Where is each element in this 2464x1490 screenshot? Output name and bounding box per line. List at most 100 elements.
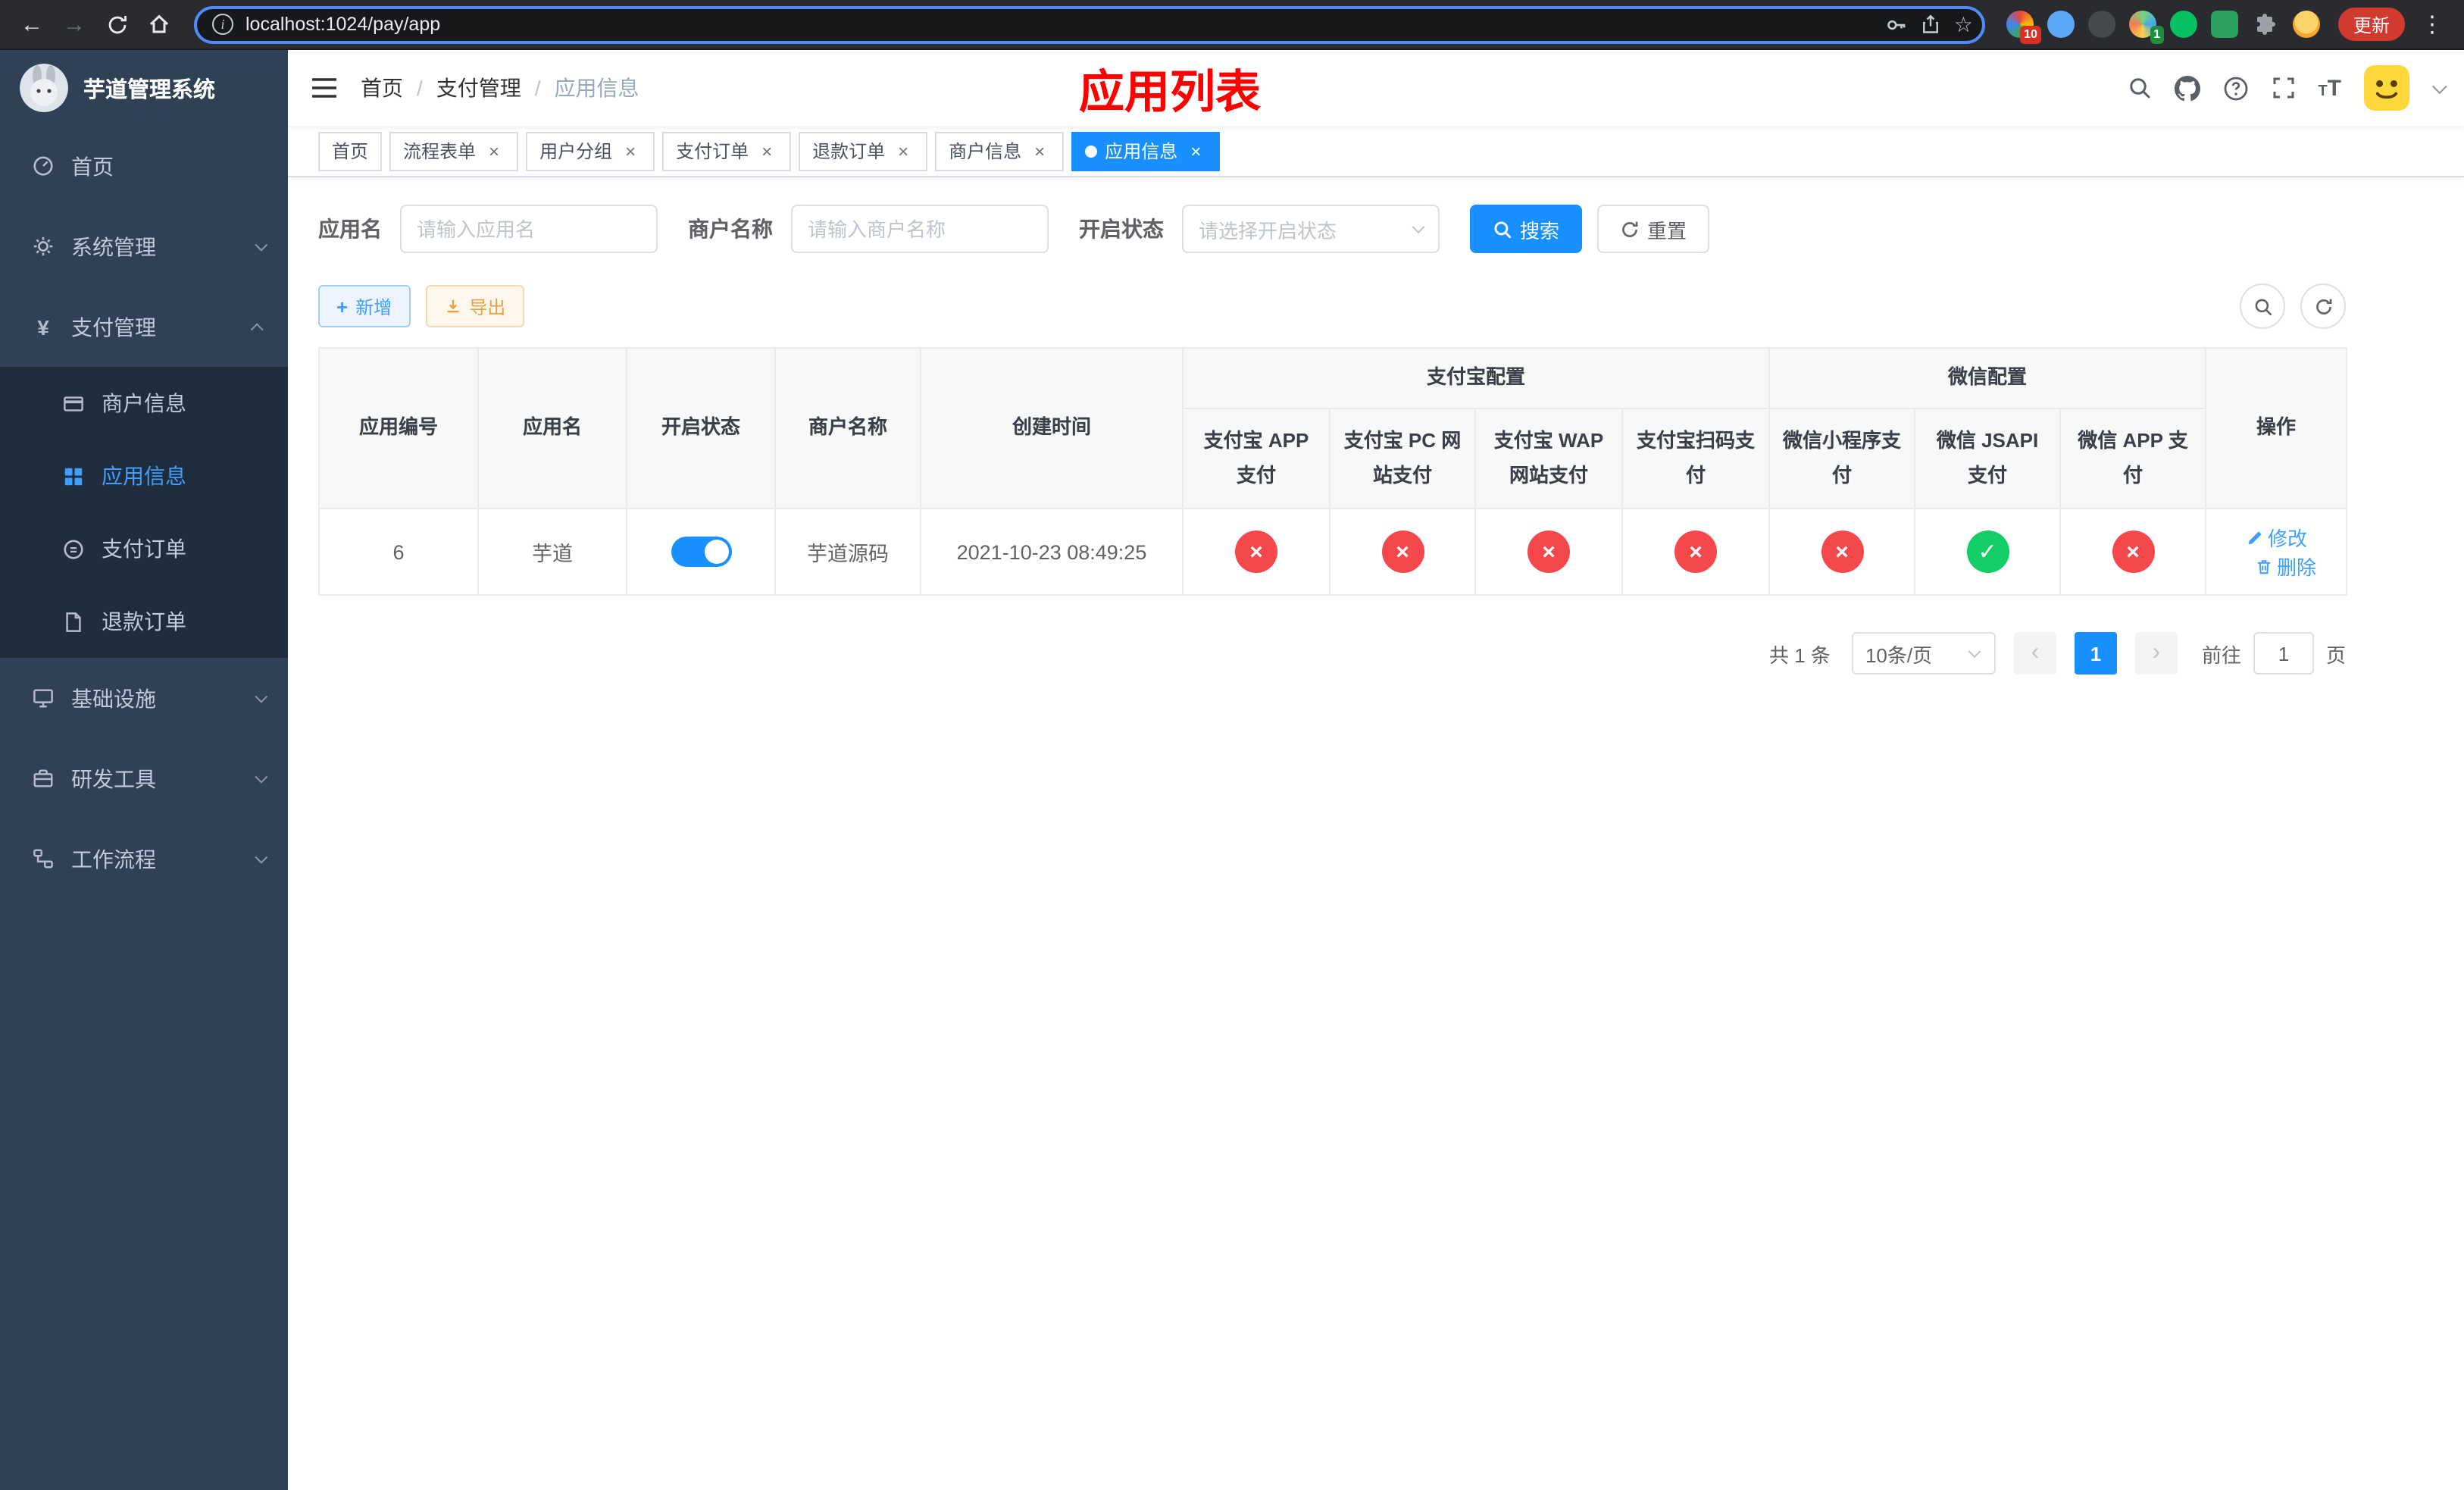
extension-icon-5[interactable] xyxy=(2169,11,2197,38)
github-icon[interactable] xyxy=(2174,75,2200,101)
extension-icon-1[interactable]: 10 xyxy=(2006,11,2041,44)
breadcrumb-current: 应用信息 xyxy=(554,76,639,100)
search-button[interactable]: 搜索 xyxy=(1470,205,1583,253)
cell-status xyxy=(626,508,776,596)
sidebar-item-pay-orders[interactable]: 支付订单 xyxy=(0,512,288,585)
extension-icon-2[interactable] xyxy=(2047,11,2075,38)
merchant-name-input[interactable] xyxy=(791,205,1049,253)
prev-page-button[interactable]: ‹ xyxy=(2013,632,2056,675)
extensions-puzzle-icon[interactable] xyxy=(2252,11,2279,38)
tab-refund-orders[interactable]: 退款订单 × xyxy=(799,131,928,171)
gear-icon xyxy=(30,235,56,258)
user-menu-caret-icon[interactable] xyxy=(2431,78,2447,94)
sidebar-item-workflow[interactable]: 工作流程 xyxy=(0,819,288,899)
breadcrumb-separator: / xyxy=(417,76,423,100)
address-bar[interactable]: i localhost:1024/pay/app ☆ xyxy=(194,5,1985,43)
search-icon[interactable] xyxy=(2127,76,2151,100)
app-window: ← → i localhost:1024/pay/app ☆ 10 1 更新 ⋮… xyxy=(0,0,2464,1490)
tab-user-group[interactable]: 用户分组 × xyxy=(526,131,655,171)
page-1-button[interactable]: 1 xyxy=(2074,632,2117,675)
browser-reload-button[interactable] xyxy=(97,5,136,44)
goto-page-input[interactable] xyxy=(2253,632,2314,675)
close-icon[interactable]: × xyxy=(893,140,914,161)
refresh-icon xyxy=(2315,298,2331,314)
bookmark-star-icon[interactable]: ☆ xyxy=(1954,11,1973,37)
site-info-icon[interactable]: i xyxy=(212,14,233,35)
tab-app-info-active[interactable]: 应用信息 × xyxy=(1071,131,1221,171)
sidebar-item-merchant-info[interactable]: 商户信息 xyxy=(0,367,288,440)
fullscreen-icon[interactable] xyxy=(2271,76,2295,100)
sidebar-toggle-button[interactable] xyxy=(288,50,361,126)
toggle-search-button[interactable] xyxy=(2240,283,2285,329)
browser-back-button[interactable]: ← xyxy=(12,5,52,44)
tab-process-form[interactable]: 流程表单 × xyxy=(389,131,519,171)
tab-pay-orders[interactable]: 支付订单 × xyxy=(662,131,792,171)
add-button[interactable]: + 新增 xyxy=(318,285,411,327)
font-size-icon[interactable]: TT xyxy=(2318,75,2341,101)
tags-view: 首页 流程表单 × 用户分组 × 支付订单 × 退款订单 × 商户信息 × 应用… xyxy=(288,126,2464,177)
close-icon[interactable]: × xyxy=(1185,140,1206,161)
table-toolbar: + 新增 导出 xyxy=(318,283,2346,329)
page-size-select[interactable]: 10条/页 xyxy=(1851,632,1996,675)
close-icon[interactable]: × xyxy=(1029,140,1050,161)
breadcrumb-home[interactable]: 首页 xyxy=(361,73,403,103)
goto-label: 前往 xyxy=(2201,643,2241,666)
close-icon[interactable]: × xyxy=(620,140,641,161)
trash-icon xyxy=(2256,559,2270,574)
tab-home[interactable]: 首页 xyxy=(318,131,383,171)
help-icon[interactable] xyxy=(2222,75,2248,101)
reload-icon xyxy=(108,15,126,33)
chevron-down-icon xyxy=(1968,645,1981,659)
sidebar-item-system[interactable]: 系统管理 xyxy=(0,206,288,286)
edit-link[interactable]: 修改 xyxy=(2245,523,2307,552)
sidebar-item-dev-tools[interactable]: 研发工具 xyxy=(0,738,288,819)
browser-home-button[interactable] xyxy=(139,5,179,44)
app-name-input[interactable] xyxy=(400,205,658,253)
user-avatar[interactable] xyxy=(2364,65,2409,111)
sidebar-item-refund-orders[interactable]: 退款订单 xyxy=(0,585,288,658)
sidebar-item-payment[interactable]: ¥ 支付管理 xyxy=(0,286,288,367)
delete-link[interactable]: 删除 xyxy=(2254,552,2316,581)
yen-icon: ¥ xyxy=(37,315,49,339)
chevron-down-icon xyxy=(255,689,268,703)
col-header-ops: 操作 xyxy=(2205,347,2348,509)
refresh-table-button[interactable] xyxy=(2300,283,2346,329)
breadcrumb-payment[interactable]: 支付管理 xyxy=(436,73,521,103)
browser-toolbar: ← → i localhost:1024/pay/app ☆ 10 1 更新 ⋮ xyxy=(0,0,2464,50)
sidebar-menu: 首页 系统管理 ¥ 支付管理 商户信息 应用信息 支付订单 退款订单 基础设施 … xyxy=(0,126,288,899)
extension-icon-6[interactable] xyxy=(2210,11,2238,38)
col-header-wechat-jsapi: 微信 JSAPI 支付 xyxy=(1914,408,2062,509)
plus-icon: + xyxy=(336,295,349,318)
pagination: 共 1 条 10条/页 ‹ 1 › 前往 页 xyxy=(318,632,2346,675)
wechat-app-status-icon: × xyxy=(2112,531,2155,573)
merchant-name-label: 商户名称 xyxy=(688,217,773,241)
browser-update-button[interactable]: 更新 xyxy=(2337,8,2405,41)
close-icon[interactable]: × xyxy=(483,140,505,161)
total-count: 共 1 条 xyxy=(1769,643,1831,666)
share-icon[interactable] xyxy=(1921,14,1942,35)
extension-icon-4[interactable]: 1 xyxy=(2128,11,2164,44)
export-button[interactable]: 导出 xyxy=(425,285,524,327)
reset-button[interactable]: 重置 xyxy=(1597,205,1710,253)
status-toggle[interactable] xyxy=(671,537,731,567)
sidebar-item-home[interactable]: 首页 xyxy=(0,126,288,206)
col-header-alipay-wap: 支付宝 WAP 网站支付 xyxy=(1474,408,1623,509)
next-page-button[interactable]: › xyxy=(2134,632,2178,675)
browser-profile-avatar[interactable] xyxy=(2292,11,2320,38)
close-icon[interactable]: × xyxy=(756,140,777,161)
browser-forward-button[interactable]: → xyxy=(55,5,94,44)
extension-icon-3[interactable] xyxy=(2087,11,2115,38)
tab-merchant-info[interactable]: 商户信息 × xyxy=(935,131,1065,171)
password-key-icon[interactable] xyxy=(1886,13,1909,36)
sidebar-item-infra[interactable]: 基础设施 xyxy=(0,658,288,738)
group-header-alipay: 支付宝配置 xyxy=(1181,347,1771,409)
chevron-down-icon xyxy=(255,850,268,863)
app-logo-link[interactable]: 芋道管理系统 xyxy=(0,50,288,126)
status-select[interactable]: 请选择开启状态 xyxy=(1182,205,1440,253)
browser-menu-button[interactable]: ⋮ xyxy=(2419,11,2446,38)
extension-badge-red: 10 xyxy=(2020,26,2041,44)
wechat-mini-status-icon: × xyxy=(1821,531,1864,573)
sidebar-item-app-info[interactable]: 应用信息 xyxy=(0,440,288,512)
chevron-up-icon xyxy=(250,322,264,336)
grid-icon xyxy=(61,465,86,487)
